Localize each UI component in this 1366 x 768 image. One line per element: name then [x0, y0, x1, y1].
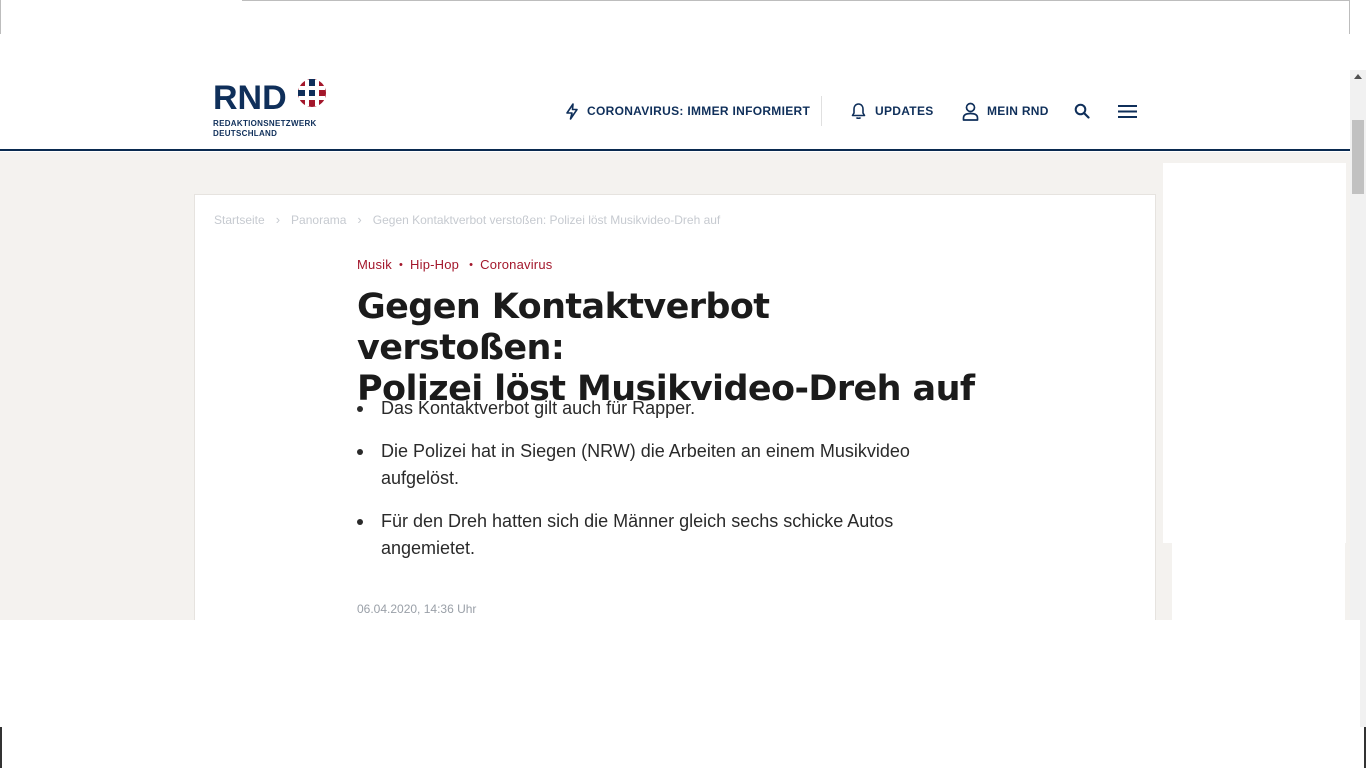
- scroll-up-arrow-icon[interactable]: [1354, 74, 1362, 79]
- article-card: Startseite › Panorama › Gegen Kontaktver…: [194, 194, 1156, 620]
- chevron-right-icon: ›: [357, 212, 362, 227]
- breadcrumb: Startseite › Panorama › Gegen Kontaktver…: [214, 212, 720, 227]
- top-frame-line: [242, 0, 1350, 3]
- breadcrumb-panorama[interactable]: Panorama: [291, 213, 346, 227]
- nav-coronavirus[interactable]: CORONAVIRUS: IMMER INFORMIERT: [565, 100, 810, 122]
- user-icon: [962, 102, 979, 121]
- bottom-blank-overlay: [7, 620, 1360, 727]
- summary-item: Die Polizei hat in Siegen (NRW) die Arbe…: [357, 438, 977, 492]
- breadcrumb-current: Gegen Kontaktverbot verstoßen: Polizei l…: [372, 212, 721, 227]
- site-header: RND REDAKTIONSNETZWERK DEUTSCHLAND CORON…: [0, 70, 1350, 151]
- headline-line-1: Gegen Kontaktverbot verstoßen:: [357, 287, 770, 368]
- tag-separator: •: [398, 258, 404, 271]
- logo-cross-icon: [298, 79, 326, 107]
- article-headline: Gegen Kontaktverbot verstoßen: Polizei l…: [357, 287, 977, 410]
- sidebar-ad-slot: [1163, 163, 1346, 543]
- top-frame-left: [0, 0, 3, 34]
- hamburger-menu-icon: [1118, 104, 1137, 118]
- logo-subline-1: REDAKTIONSNETZWERK: [213, 119, 317, 128]
- nav-mein-rnd[interactable]: MEIN RND: [962, 100, 1049, 122]
- rnd-logo[interactable]: RND REDAKTIONSNETZWERK DEUTSCHLAND: [213, 78, 328, 138]
- nav-updates-label: UPDATES: [875, 104, 934, 118]
- tag-separator: •: [469, 258, 474, 271]
- menu-button[interactable]: [1118, 100, 1137, 122]
- tag-hip-hop[interactable]: Hip-Hop: [410, 257, 459, 272]
- lightning-icon: [566, 102, 578, 120]
- logo-subline-2: DEUTSCHLAND: [213, 129, 278, 138]
- search-button[interactable]: [1074, 100, 1090, 122]
- tag-musik[interactable]: Musik: [357, 257, 392, 272]
- nav-mein-rnd-label: MEIN RND: [987, 104, 1049, 118]
- nav-updates[interactable]: UPDATES: [850, 100, 934, 122]
- scrollbar-thumb[interactable]: [1352, 120, 1364, 194]
- article-tags: Musik • Hip-Hop • Coronavirus: [357, 257, 552, 272]
- bell-icon: [851, 103, 866, 120]
- tag-coronavirus[interactable]: Coronavirus: [480, 257, 552, 272]
- article-summary-list: Das Kontaktverbot gilt auch für Rapper. …: [357, 395, 977, 578]
- summary-item: Das Kontaktverbot gilt auch für Rapper.: [357, 395, 977, 422]
- bottom-frame: [0, 727, 1366, 768]
- search-icon: [1074, 103, 1090, 119]
- article-date: 06.04.2020, 14:36 Uhr: [357, 602, 477, 616]
- top-frame-right: [1348, 0, 1350, 34]
- chevron-right-icon: ›: [275, 212, 281, 227]
- nav-divider: [821, 96, 822, 126]
- breadcrumb-startseite[interactable]: Startseite: [214, 213, 265, 227]
- logo-wordmark: RND: [213, 79, 287, 117]
- nav-coronavirus-label: CORONAVIRUS: IMMER INFORMIERT: [587, 104, 811, 118]
- summary-item: Für den Dreh hatten sich die Männer glei…: [357, 508, 977, 562]
- top-blank-strip: [0, 0, 1350, 70]
- sidebar-ad-slot-lower: [1172, 543, 1345, 620]
